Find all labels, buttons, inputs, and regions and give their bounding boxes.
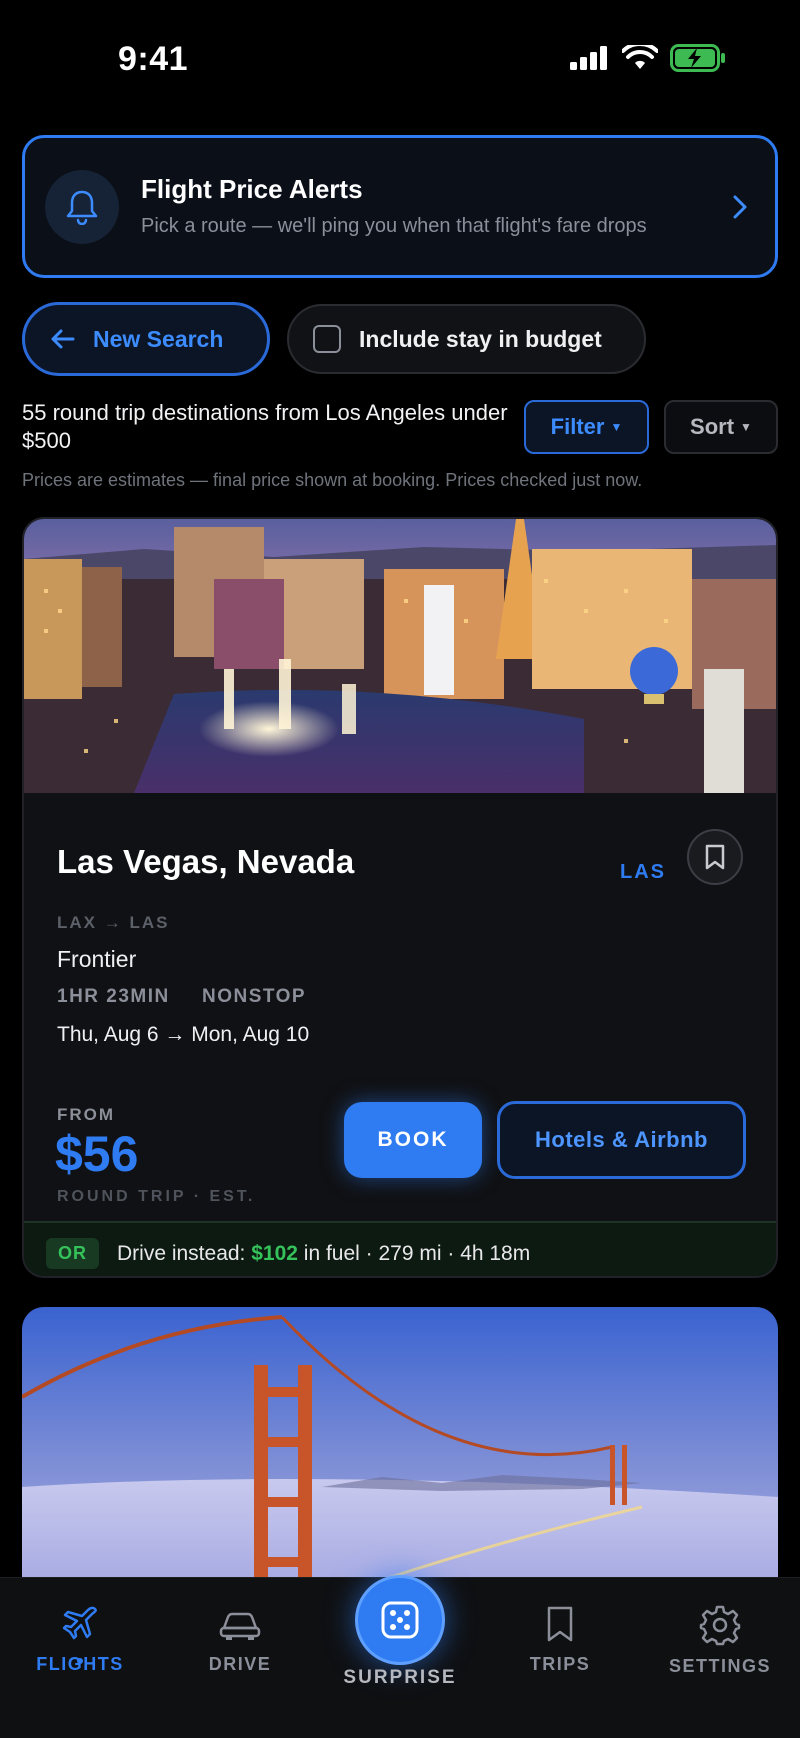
tab-trips[interactable]: TRIPS (490, 1604, 630, 1675)
book-button[interactable]: BOOK (344, 1102, 482, 1178)
new-search-button[interactable]: New Search (22, 302, 270, 376)
alert-text: Flight Price Alerts Pick a route — we'll… (141, 174, 725, 239)
airplane-icon (62, 1606, 97, 1640)
surprise-button[interactable] (355, 1575, 445, 1665)
include-stay-label: Include stay in budget (359, 325, 602, 352)
trip-dates: Thu, Aug 6 → Mon, Aug 10 (57, 1023, 310, 1046)
price-disclaimer: Prices are estimates — final price shown… (22, 470, 643, 490)
las-vegas-photo (24, 519, 776, 793)
bell-icon (45, 169, 119, 244)
price-value: $56 (55, 1126, 139, 1182)
alert-subtitle: Pick a route — we'll ping you when that … (141, 215, 647, 237)
arrow-left-icon (51, 329, 75, 349)
destination-code: LAS (620, 861, 666, 883)
price-from-label: FROM (57, 1105, 116, 1124)
tab-trips-label: TRIPS (529, 1654, 591, 1674)
bookmark-icon (705, 844, 725, 870)
tab-settings[interactable]: SETTINGS (650, 1604, 790, 1677)
drive-instead-row[interactable]: OR Drive instead: $102 in fuel · 279 mi … (24, 1221, 776, 1276)
tab-drive-label: DRIVE (208, 1654, 272, 1674)
active-tab-indicator (77, 1658, 83, 1664)
hotels-airbnb-button[interactable]: Hotels & Airbnb (497, 1101, 746, 1179)
alert-title: Flight Price Alerts (141, 174, 363, 204)
flight-duration: 1HR 23MIN (57, 986, 170, 1007)
cellular-signal-icon (570, 46, 607, 70)
tab-settings-label: SETTINGS (668, 1656, 771, 1676)
status-time: 9:41 (118, 40, 189, 78)
bookmark-button[interactable] (687, 829, 743, 885)
airline-name: Frontier (57, 946, 137, 972)
price-note: ROUND TRIP · EST. (57, 1188, 256, 1205)
wifi-icon (622, 45, 658, 69)
or-badge: OR (46, 1238, 99, 1269)
fuel-cost: $102 (251, 1241, 298, 1265)
filter-label: Filter (550, 414, 605, 439)
status-bar: 9:41 (0, 0, 800, 110)
gear-icon (699, 1605, 741, 1646)
flight-stops: NONSTOP (202, 986, 307, 1007)
sort-button[interactable]: Sort ▼ (664, 400, 778, 454)
drive-prefix: Drive instead: (117, 1241, 246, 1265)
results-count: 55 round trip destinations from Los Ange… (22, 400, 508, 453)
caret-down-icon: ▼ (740, 420, 752, 434)
destination-title: Las Vegas, Nevada (57, 843, 355, 880)
car-icon (219, 1612, 261, 1640)
card-body: Las Vegas, Nevada LAS LAX → LAS Frontier… (24, 793, 776, 1276)
status-icons (570, 44, 726, 72)
flight-price-alerts-banner[interactable]: Flight Price Alerts Pick a route — we'll… (22, 135, 778, 278)
flight-route: LAX → LAS (57, 913, 170, 932)
include-stay-checkbox[interactable] (313, 325, 341, 353)
destination-card[interactable]: Las Vegas, Nevada LAS LAX → LAS Frontier… (22, 517, 778, 1278)
include-stay-toggle[interactable]: Include stay in budget (287, 304, 646, 374)
caret-down-icon: ▼ (610, 420, 623, 434)
drive-details: in fuel · 279 mi · 4h 18m (303, 1241, 531, 1265)
tab-drive[interactable]: DRIVE (170, 1604, 310, 1675)
tab-surprise-label: SURPRISE (343, 1667, 457, 1688)
filter-button[interactable]: Filter ▼ (524, 400, 649, 454)
sort-label: Sort (690, 414, 735, 439)
new-search-label: New Search (93, 325, 224, 352)
tab-flights[interactable]: FLIGHTS (10, 1604, 150, 1675)
chevron-right-icon (725, 194, 755, 220)
bookmark-icon (547, 1606, 573, 1642)
dice-icon (381, 1601, 419, 1639)
battery-charging-icon (670, 44, 725, 72)
